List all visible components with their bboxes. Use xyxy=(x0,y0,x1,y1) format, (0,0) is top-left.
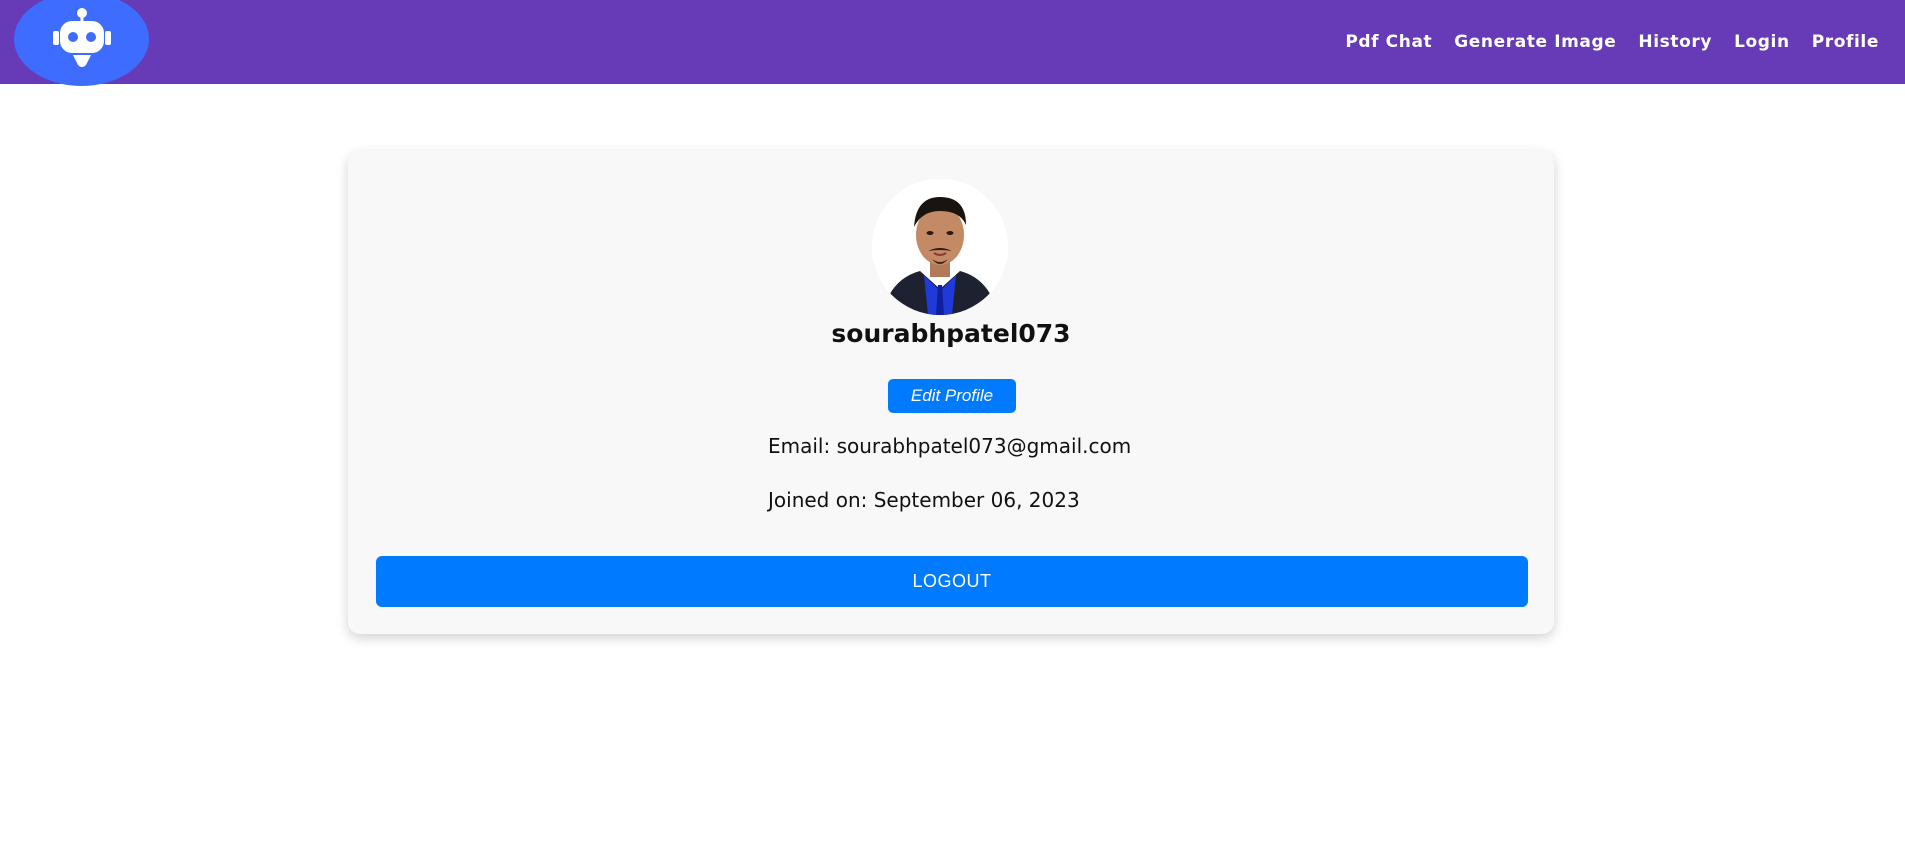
nav-links: Pdf Chat Generate Image History Login Pr… xyxy=(1323,0,1879,84)
robot-icon xyxy=(52,8,111,67)
profile-username: sourabhpatel073 xyxy=(831,319,1071,348)
user-photo xyxy=(872,179,1008,315)
profile-joined-date: Joined on: September 06, 2023 xyxy=(768,488,1080,512)
profile-email: Email: sourabhpatel073@gmail.com xyxy=(768,434,1132,458)
app-logo[interactable] xyxy=(14,0,149,86)
nav-login[interactable]: Login xyxy=(1734,32,1790,52)
logout-button[interactable]: LOGOUT xyxy=(376,556,1528,607)
nav-generate-image[interactable]: Generate Image xyxy=(1454,32,1616,52)
avatar xyxy=(872,179,1008,315)
nav-pdf-chat[interactable]: Pdf Chat xyxy=(1345,32,1432,52)
nav-history[interactable]: History xyxy=(1638,32,1712,52)
edit-profile-button[interactable]: Edit Profile xyxy=(888,379,1016,413)
nav-profile[interactable]: Profile xyxy=(1812,32,1879,52)
profile-card: sourabhpatel073 Edit Profile Email: sour… xyxy=(348,151,1554,634)
top-navbar: Pdf Chat Generate Image History Login Pr… xyxy=(0,0,1905,86)
